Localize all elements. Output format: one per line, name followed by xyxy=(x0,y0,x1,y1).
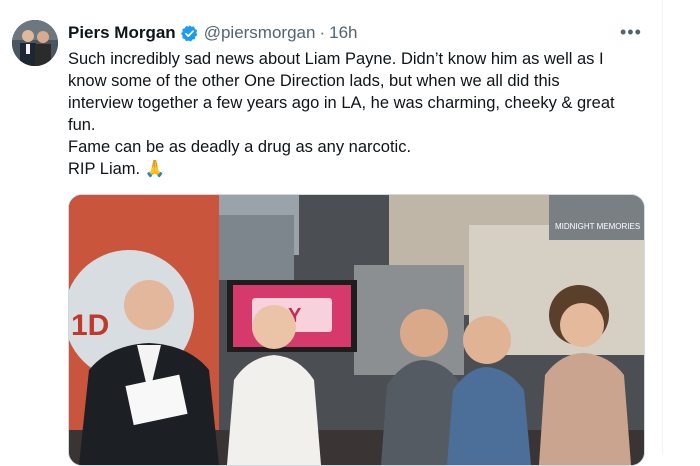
tweet-time[interactable]: 16h xyxy=(329,23,357,43)
tweet-media-photo[interactable]: 1D MIDNIGHT MEMORIES DAY xyxy=(68,194,645,466)
tweet-header: Piers Morgan @piersmorgan · 16h xyxy=(68,21,358,45)
tweet-text: Such incredibly sad news about Liam Payn… xyxy=(68,48,628,180)
author-handle[interactable]: @piersmorgan xyxy=(204,23,316,43)
tweet-text-line: RIP Liam. 🙏 xyxy=(68,160,166,178)
tweet-text-line: Fame can be as deadly a drug as any narc… xyxy=(68,138,412,156)
logo-text: 1D xyxy=(71,309,109,342)
tweet[interactable]: Piers Morgan @piersmorgan · 16h ••• Such… xyxy=(0,0,700,466)
photo-illustration: 1D MIDNIGHT MEMORIES DAY xyxy=(69,195,644,465)
verified-badge-icon[interactable] xyxy=(180,24,199,43)
header-separator: · xyxy=(319,23,326,42)
timeline-border xyxy=(662,0,663,455)
author-name[interactable]: Piers Morgan xyxy=(68,23,176,43)
tweet-text-line: Such incredibly sad news about Liam Payn… xyxy=(68,50,615,134)
more-icon[interactable]: ••• xyxy=(620,22,642,43)
author-avatar[interactable] xyxy=(12,20,58,66)
poster-text: MIDNIGHT MEMORIES xyxy=(555,222,640,231)
